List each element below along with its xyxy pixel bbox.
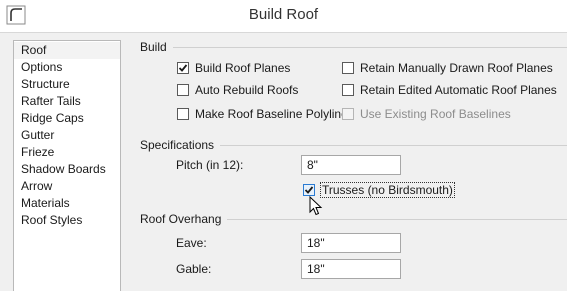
checkbox-box[interactable] [342, 108, 354, 120]
retain-manual-planes-checkbox[interactable]: Retain Manually Drawn Roof Planes [342, 60, 553, 76]
sidebar-item-rafter-tails[interactable]: Rafter Tails [14, 93, 120, 110]
pitch-input[interactable]: 8" [301, 155, 401, 175]
auto-rebuild-roofs-label: Auto Rebuild Roofs [195, 83, 299, 97]
category-list[interactable]: Roof Options Structure Rafter Tails Ridg… [13, 40, 121, 291]
mouse-pointer-icon [309, 195, 323, 219]
overhang-heading: Roof Overhang [140, 212, 228, 226]
build-heading: Build [140, 40, 173, 54]
title-bar: Build Roof [0, 0, 567, 33]
sidebar-item-materials[interactable]: Materials [14, 195, 120, 212]
gable-input[interactable]: 18" [301, 259, 401, 279]
retain-edited-planes-checkbox[interactable]: Retain Edited Automatic Roof Planes [342, 82, 557, 98]
trusses-label: Trusses (no Birdsmouth) [320, 182, 455, 198]
specifications-heading: Specifications [140, 138, 221, 152]
eave-input[interactable]: 18" [301, 233, 401, 253]
sidebar-item-arrow[interactable]: Arrow [14, 178, 120, 195]
sidebar-item-roof[interactable]: Roof [14, 42, 120, 59]
checkbox-box[interactable] [303, 184, 315, 196]
checkbox-box[interactable] [342, 62, 354, 74]
trusses-checkbox[interactable]: Trusses (no Birdsmouth) [303, 182, 455, 198]
make-baseline-polylines-checkbox[interactable]: Make Roof Baseline Polylines [177, 106, 354, 122]
checkbox-box[interactable] [177, 84, 189, 96]
retain-manual-planes-label: Retain Manually Drawn Roof Planes [360, 61, 553, 75]
window-title: Build Roof [248, 6, 319, 23]
sidebar-item-roof-styles[interactable]: Roof Styles [14, 212, 120, 229]
eave-label: Eave: [176, 236, 207, 250]
build-roof-planes-checkbox[interactable]: Build Roof Planes [177, 60, 290, 76]
sidebar-item-options[interactable]: Options [14, 59, 120, 76]
sidebar-item-ridge-caps[interactable]: Ridge Caps [14, 110, 120, 127]
sidebar-item-shadow-boards[interactable]: Shadow Boards [14, 161, 120, 178]
use-existing-baselines-checkbox[interactable]: Use Existing Roof Baselines [342, 106, 511, 122]
build-roof-planes-label: Build Roof Planes [195, 61, 291, 75]
use-existing-baselines-label: Use Existing Roof Baselines [360, 107, 511, 121]
make-baseline-polylines-label: Make Roof Baseline Polylines [195, 107, 354, 121]
auto-rebuild-roofs-checkbox[interactable]: Auto Rebuild Roofs [177, 82, 298, 98]
retain-edited-planes-label: Retain Edited Automatic Roof Planes [360, 83, 557, 97]
pitch-label: Pitch (in 12): [176, 158, 244, 172]
sidebar-item-structure[interactable]: Structure [14, 76, 120, 93]
sidebar-item-gutter[interactable]: Gutter [14, 127, 120, 144]
build-group-divider [141, 47, 567, 48]
sidebar-item-frieze[interactable]: Frieze [14, 144, 120, 161]
gable-label: Gable: [176, 262, 212, 276]
checkbox-box[interactable] [342, 84, 354, 96]
checkbox-box[interactable] [177, 62, 189, 74]
checkbox-box[interactable] [177, 108, 189, 120]
